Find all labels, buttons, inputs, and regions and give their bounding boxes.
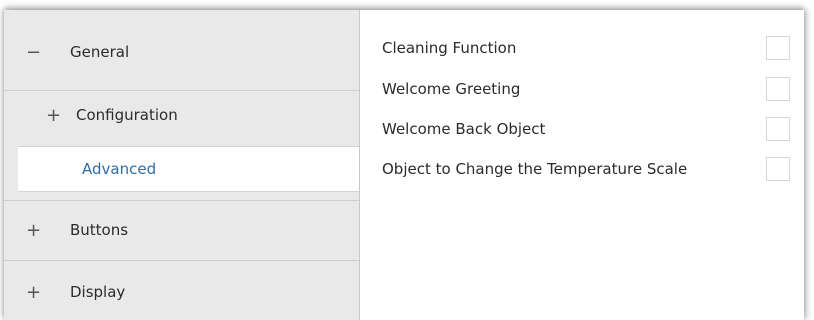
sidebar-item-label: General	[70, 43, 130, 61]
expand-icon[interactable]: +	[46, 105, 61, 126]
collapse-icon[interactable]: −	[26, 42, 41, 63]
parameter-panel: Cleaning Function Welcome Greeting Welco…	[360, 10, 804, 320]
sidebar-item-advanced[interactable]: Advanced	[18, 146, 359, 192]
sidebar-item-buttons[interactable]: + Buttons	[4, 206, 359, 254]
sidebar-item-label: Advanced	[82, 160, 157, 178]
sidebar-item-label: Configuration	[76, 106, 178, 124]
option-label: Welcome Greeting	[382, 80, 521, 98]
divider	[4, 260, 359, 261]
option-label: Cleaning Function	[382, 39, 517, 57]
welcome-greeting-checkbox[interactable]	[766, 77, 790, 101]
expand-icon[interactable]: +	[26, 282, 41, 303]
sidebar-item-label: Display	[70, 283, 126, 301]
divider	[4, 200, 359, 201]
sidebar: − General + Configuration Advanced + But…	[4, 10, 360, 320]
sidebar-item-label: Buttons	[70, 221, 129, 239]
expand-icon[interactable]: +	[26, 220, 41, 241]
option-row-temperature-scale: Object to Change the Temperature Scale	[382, 156, 796, 182]
option-label: Welcome Back Object	[382, 120, 546, 138]
cleaning-function-checkbox[interactable]	[766, 36, 790, 60]
sidebar-item-general[interactable]: − General	[4, 24, 359, 80]
sidebar-item-display[interactable]: + Display	[4, 266, 359, 318]
sidebar-item-configuration[interactable]: + Configuration	[4, 90, 359, 140]
option-row-welcome-greeting: Welcome Greeting	[382, 76, 796, 102]
temperature-scale-checkbox[interactable]	[766, 157, 790, 181]
page: − General + Configuration Advanced + But…	[0, 0, 814, 320]
option-label: Object to Change the Temperature Scale	[382, 160, 688, 178]
option-row-welcome-back-object: Welcome Back Object	[382, 116, 796, 142]
option-row-cleaning-function: Cleaning Function	[382, 35, 796, 61]
parameter-window: − General + Configuration Advanced + But…	[4, 10, 804, 320]
welcome-back-object-checkbox[interactable]	[766, 117, 790, 141]
